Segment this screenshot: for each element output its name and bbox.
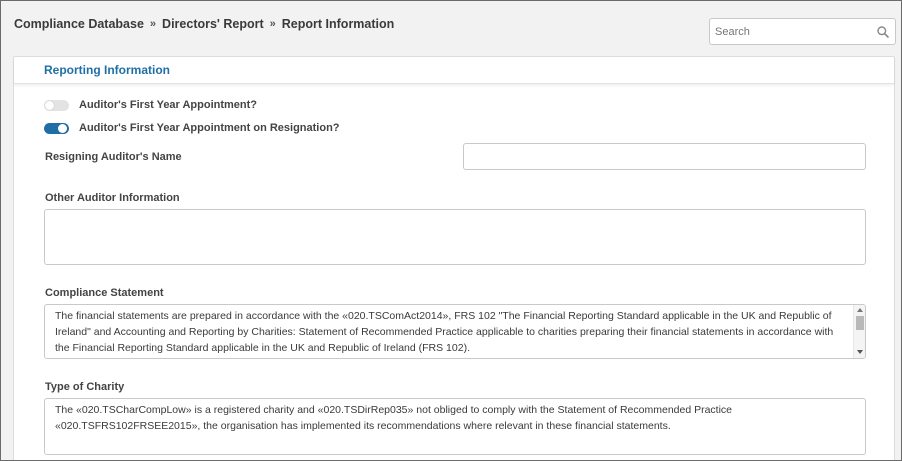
search-box	[709, 18, 896, 45]
scroll-up-icon[interactable]	[857, 308, 863, 312]
panel-header: Reporting Information	[14, 57, 894, 84]
toggle-knob	[45, 100, 54, 110]
breadcrumb-item-report-information: Report Information	[281, 17, 395, 31]
resigning-auditor-label: Resigning Auditor's Name	[45, 151, 182, 163]
compliance-statement-scrollbar[interactable]	[853, 305, 865, 358]
scrollbar-thumb[interactable]	[856, 316, 864, 330]
compliance-statement-label: Compliance Statement	[45, 287, 164, 299]
toggle-knob	[58, 123, 67, 133]
first-year-appointment-label: Auditor's First Year Appointment?	[79, 99, 258, 111]
first-year-resignation-toggle[interactable]	[44, 122, 69, 134]
compliance-statement-textarea[interactable]: The financial statements are prepared in…	[44, 304, 866, 359]
breadcrumb-item-directors-report[interactable]: Directors' Report	[162, 17, 264, 31]
breadcrumb-separator: »	[149, 18, 157, 30]
toggle-row-first-year: Auditor's First Year Appointment?	[44, 99, 257, 111]
reporting-information-panel: Reporting Information Auditor's First Ye…	[13, 56, 895, 460]
breadcrumb-item-compliance-database[interactable]: Compliance Database	[14, 17, 144, 31]
first-year-appointment-toggle[interactable]	[44, 99, 69, 111]
toggle-row-resignation: Auditor's First Year Appointment on Resi…	[44, 122, 340, 134]
breadcrumb-separator: »	[269, 18, 276, 30]
search-input[interactable]	[710, 19, 870, 44]
compliance-statement-text: The financial statements are prepared in…	[55, 310, 834, 354]
type-of-charity-text: The «020.TSCharCompLow» is a registered …	[55, 404, 733, 432]
breadcrumb: Compliance Database » Directors' Report …	[14, 17, 394, 31]
panel-title: Reporting Information	[44, 63, 170, 77]
app-frame: Compliance Database » Directors' Report …	[0, 0, 902, 461]
first-year-resignation-label: Auditor's First Year Appointment on Resi…	[79, 122, 340, 134]
type-of-charity-label: Type of Charity	[45, 381, 125, 393]
search-icon[interactable]	[876, 25, 890, 39]
scroll-down-icon[interactable]	[857, 350, 863, 354]
other-auditor-info-label: Other Auditor Information	[45, 192, 180, 204]
type-of-charity-textarea[interactable]: The «020.TSCharCompLow» is a registered …	[44, 398, 866, 455]
other-auditor-info-textarea[interactable]	[44, 209, 866, 265]
resigning-auditor-input[interactable]	[463, 143, 866, 170]
